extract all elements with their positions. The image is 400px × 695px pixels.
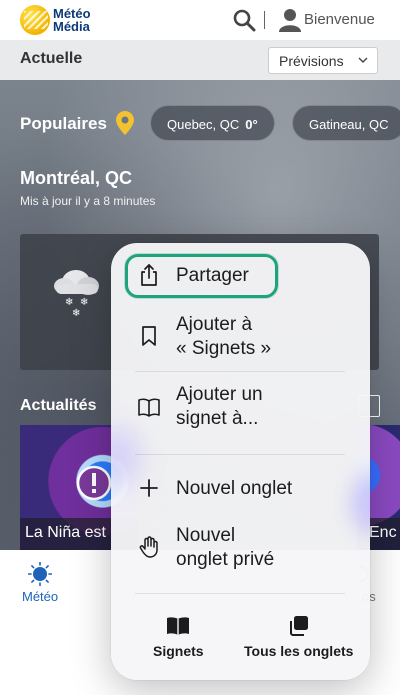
menu-item-line: Ajouter à: [176, 314, 253, 335]
menu-item-add-bookmark[interactable]: Ajouter à « Signets »: [176, 313, 271, 361]
news-title: Actualités: [20, 397, 97, 414]
bookmarks-book-icon[interactable]: [165, 614, 191, 638]
menu-item-new-private-tab[interactable]: Nouvel onglet privé: [176, 524, 274, 572]
hand-icon: [139, 536, 158, 558]
top-header: Météo Média Bienvenue: [0, 0, 400, 40]
alert-icon: [76, 465, 112, 501]
menu-separator: [135, 371, 345, 372]
menu-separator: [135, 454, 345, 455]
sun-icon[interactable]: [28, 562, 52, 586]
menu-item-line: Ajouter un: [176, 384, 263, 405]
chip-city: Quebec, QC: [167, 117, 240, 132]
bookmark-icon: [142, 326, 156, 346]
popular-chip-gatineau[interactable]: Gatineau, QC: [292, 105, 400, 141]
forecast-select-value: Prévisions: [279, 53, 344, 69]
plus-icon: [140, 479, 158, 497]
current-city: Montréal, QC: [20, 168, 133, 188]
popular-chip-quebec[interactable]: Quebec, QC 0°: [150, 105, 275, 141]
menu-bottom-bookmarks[interactable]: Signets: [153, 643, 204, 659]
welcome-link[interactable]: Bienvenue: [304, 11, 375, 28]
popular-label: Populaires: [20, 114, 107, 133]
svg-text:❄: ❄: [65, 297, 73, 308]
location-pin-icon: [116, 111, 134, 135]
menu-item-new-tab[interactable]: Nouvel onglet: [176, 477, 292, 501]
snow-cloud-icon: ❄ ❄ ❄: [54, 270, 99, 317]
chevron-down-icon: [358, 57, 368, 63]
svg-text:❄: ❄: [72, 308, 80, 317]
menu-item-add-bookmark-to[interactable]: Ajouter un signet à...: [176, 383, 263, 431]
page-title: Actuelle: [20, 50, 83, 67]
tabs-icon[interactable]: [286, 614, 312, 638]
chip-temp: 0°: [245, 117, 258, 132]
forecast-select[interactable]: Prévisions: [268, 47, 378, 74]
svg-text:❄: ❄: [80, 297, 88, 308]
book-open-icon: [138, 398, 160, 417]
logo-line-2: Média: [53, 19, 90, 34]
chip-city: Gatineau, QC: [309, 117, 389, 132]
menu-bottom-all-tabs[interactable]: Tous les onglets: [244, 643, 353, 659]
context-menu: [111, 243, 370, 680]
header-divider: [264, 11, 265, 29]
updated-time: Mis à jour il y a 8 minutes: [20, 194, 156, 208]
tab-meteo[interactable]: Météo: [22, 589, 58, 604]
menu-separator: [135, 593, 345, 594]
meteomedia-logo[interactable]: Météo Média: [20, 3, 100, 37]
logo-mark-icon: [20, 5, 50, 35]
menu-item-line: « Signets »: [176, 338, 272, 359]
search-icon[interactable]: [232, 8, 256, 32]
menu-item-line: Nouvel: [176, 525, 236, 546]
menu-item-line: signet à...: [176, 408, 259, 429]
share-highlight-outline: [125, 254, 278, 298]
menu-item-line: onglet privé: [176, 549, 275, 570]
user-icon[interactable]: [279, 8, 301, 32]
